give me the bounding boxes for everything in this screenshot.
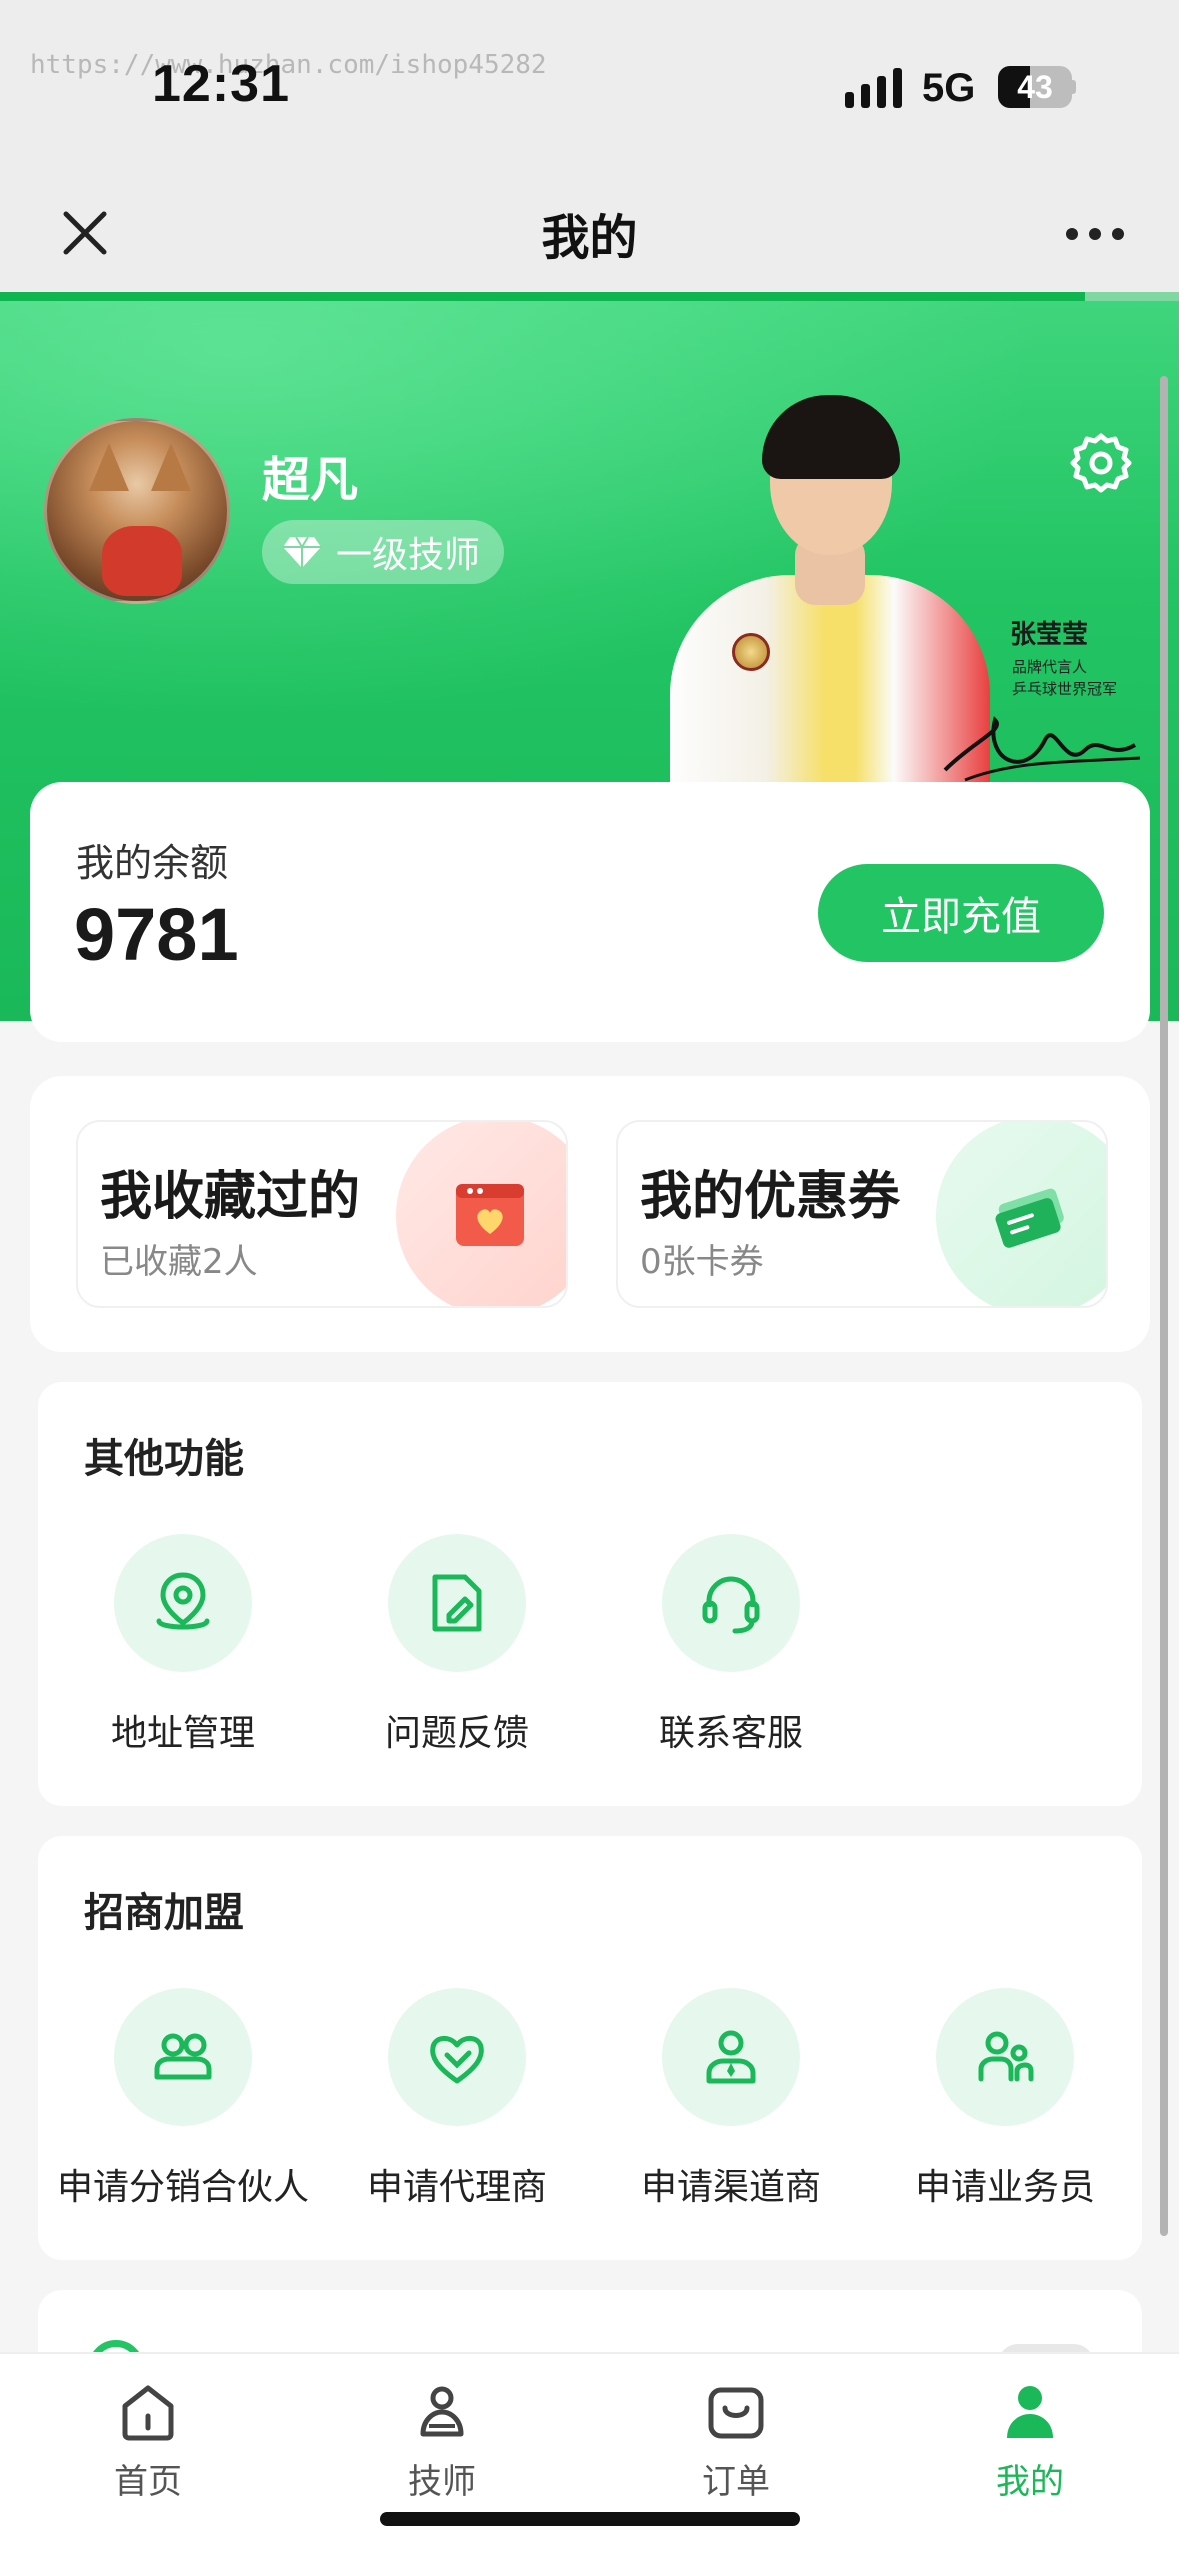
section-title: 招商加盟: [84, 1890, 244, 1936]
avatar[interactable]: [44, 418, 230, 604]
salesperson-item[interactable]: 申请业务员: [880, 1988, 1130, 2218]
signal-icon: [845, 68, 902, 108]
more-icon[interactable]: [1060, 220, 1130, 250]
balance-card: 我的余额 9781 立即充值: [30, 782, 1150, 1042]
channel-partner-item[interactable]: 申请渠道商: [606, 1988, 856, 2218]
ticket-icon: [995, 1188, 1064, 1248]
tab-profile[interactable]: 我的: [930, 2380, 1130, 2502]
grid-label: 申请分销合伙人: [56, 2167, 309, 2208]
tab-label: 我的: [996, 2462, 1064, 2502]
gear-icon[interactable]: [1070, 432, 1132, 494]
status-time: 12:31: [152, 55, 290, 113]
other-functions-section: 其他功能 地址管理 问题反馈 联系客服: [38, 1382, 1142, 1806]
page-load-progress: [0, 292, 1179, 301]
order-bag-icon: [708, 2387, 764, 2439]
user-name: 超凡: [262, 452, 359, 508]
spokesperson-subtitle: 乒乓球世界冠军: [1012, 680, 1118, 698]
level-label: 一级技师: [336, 535, 481, 576]
tab-technician[interactable]: 技师: [342, 2380, 542, 2502]
balance-value: 9781: [74, 893, 239, 976]
heart-card-icon: [456, 1184, 524, 1246]
battery-level: 43: [1017, 69, 1053, 105]
battery-icon: 43: [998, 66, 1076, 108]
tab-label: 技师: [408, 2462, 476, 2502]
heart-handshake-icon: [430, 2036, 484, 2084]
favorites-count: 已收藏2人: [100, 1242, 258, 1282]
section-title: 其他功能: [84, 1436, 244, 1482]
grid-label: 申请渠道商: [640, 2167, 821, 2208]
favorites-title: 我收藏过的: [100, 1167, 361, 1227]
balance-label: 我的余额: [76, 841, 229, 885]
user-tie-icon: [706, 2030, 756, 2084]
coupons-count: 0张卡券: [640, 1242, 764, 1282]
grid-label: 联系客服: [658, 1713, 803, 1754]
spokesperson-title: 品牌代言人: [1012, 658, 1088, 676]
network-type: 5G: [922, 66, 976, 110]
grid-label: 申请代理商: [366, 2167, 547, 2208]
grid-label: 问题反馈: [384, 1713, 529, 1754]
tab-orders[interactable]: 订单: [636, 2380, 836, 2502]
grid-label: 地址管理: [110, 1713, 255, 1754]
location-pin-icon: [156, 1572, 210, 1630]
agent-item[interactable]: 申请代理商: [332, 1988, 582, 2218]
feedback-item[interactable]: 问题反馈: [332, 1534, 582, 1764]
scrollbar[interactable]: [1160, 376, 1168, 2236]
edit-document-icon: [432, 1574, 482, 1632]
people-icon: [154, 2033, 212, 2080]
home-indicator: [380, 2512, 800, 2526]
technician-icon: [420, 2386, 464, 2437]
level-badge: 一级技师: [262, 520, 505, 584]
franchise-section: 招商加盟 申请分销合伙人 申请代理商 申请渠道商 申请业务员: [38, 1836, 1142, 2260]
shortcut-card: 我收藏过的 已收藏2人 我的优惠券 0张卡券: [30, 1076, 1150, 1352]
user-group-icon: [978, 2031, 1034, 2082]
recharge-button[interactable]: 立即充值: [818, 864, 1104, 962]
page-title: 我的: [541, 210, 638, 266]
medal-icon: [732, 633, 770, 671]
diamond-icon: [283, 536, 321, 568]
favorites-tile[interactable]: 我收藏过的 已收藏2人: [76, 1120, 568, 1308]
profile-icon: [1007, 2386, 1053, 2438]
customer-service-item[interactable]: 联系客服: [606, 1534, 856, 1764]
coupons-tile[interactable]: 我的优惠券 0张卡券: [616, 1120, 1108, 1308]
status-bar: https://www.huzhan.com/ishop45282 12:31 …: [0, 0, 1179, 170]
headset-icon: [702, 1576, 760, 1634]
address-management-item[interactable]: 地址管理: [58, 1534, 308, 1764]
tab-label: 订单: [702, 2462, 770, 2502]
coupons-title: 我的优惠券: [640, 1167, 901, 1227]
distribution-partner-item[interactable]: 申请分销合伙人: [57, 1988, 309, 2218]
spokesperson-name: 张莹莹: [1010, 620, 1089, 650]
tab-home[interactable]: 首页: [48, 2380, 248, 2502]
signature-image: [943, 716, 1141, 782]
nav-bar: 我的: [0, 170, 1179, 292]
page-load-progress-fill: [0, 292, 1085, 301]
grid-label: 申请业务员: [914, 2167, 1095, 2208]
tab-label: 首页: [114, 2462, 182, 2502]
home-icon: [122, 2385, 174, 2441]
